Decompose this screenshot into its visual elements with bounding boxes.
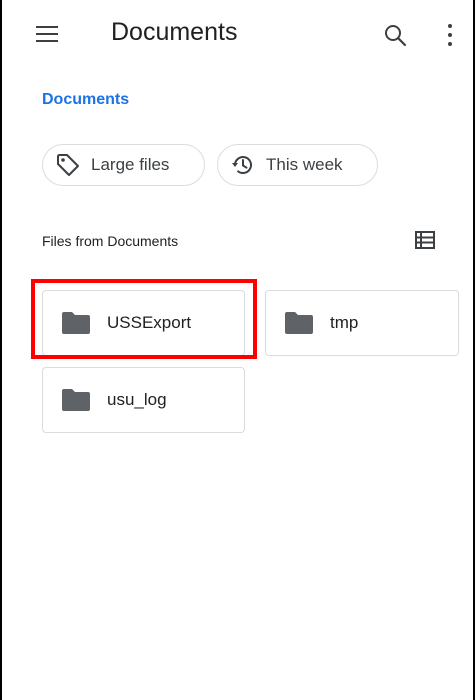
left-border	[0, 0, 2, 700]
more-options-icon[interactable]	[444, 22, 456, 50]
folder-icon	[62, 312, 90, 334]
search-icon[interactable]	[382, 22, 410, 50]
hamburger-menu-icon[interactable]	[36, 24, 60, 44]
folder-icon	[62, 389, 90, 411]
folder-item-ussexport[interactable]: USSExport	[42, 290, 245, 356]
section-label: Files from Documents	[42, 233, 179, 249]
chip-label: Large files	[91, 155, 170, 174]
chip-this-week[interactable]: This week	[217, 144, 378, 186]
folder-item-tmp[interactable]: tmp	[265, 290, 459, 356]
chip-large-files[interactable]: Large files	[42, 144, 205, 186]
folder-name: tmp	[330, 313, 359, 332]
app-bar: Documents	[2, 0, 473, 70]
history-icon	[232, 156, 252, 174]
tag-icon	[57, 154, 79, 176]
folder-name: USSExport	[107, 313, 192, 332]
folder-icon	[285, 312, 313, 334]
folder-name: usu_log	[107, 390, 167, 409]
folder-item-usu-log[interactable]: usu_log	[42, 367, 245, 433]
app-bar-title: Documents	[111, 18, 238, 46]
chip-label: This week	[266, 155, 343, 174]
list-view-icon[interactable]	[414, 229, 436, 251]
breadcrumb[interactable]: Documents	[42, 91, 129, 109]
